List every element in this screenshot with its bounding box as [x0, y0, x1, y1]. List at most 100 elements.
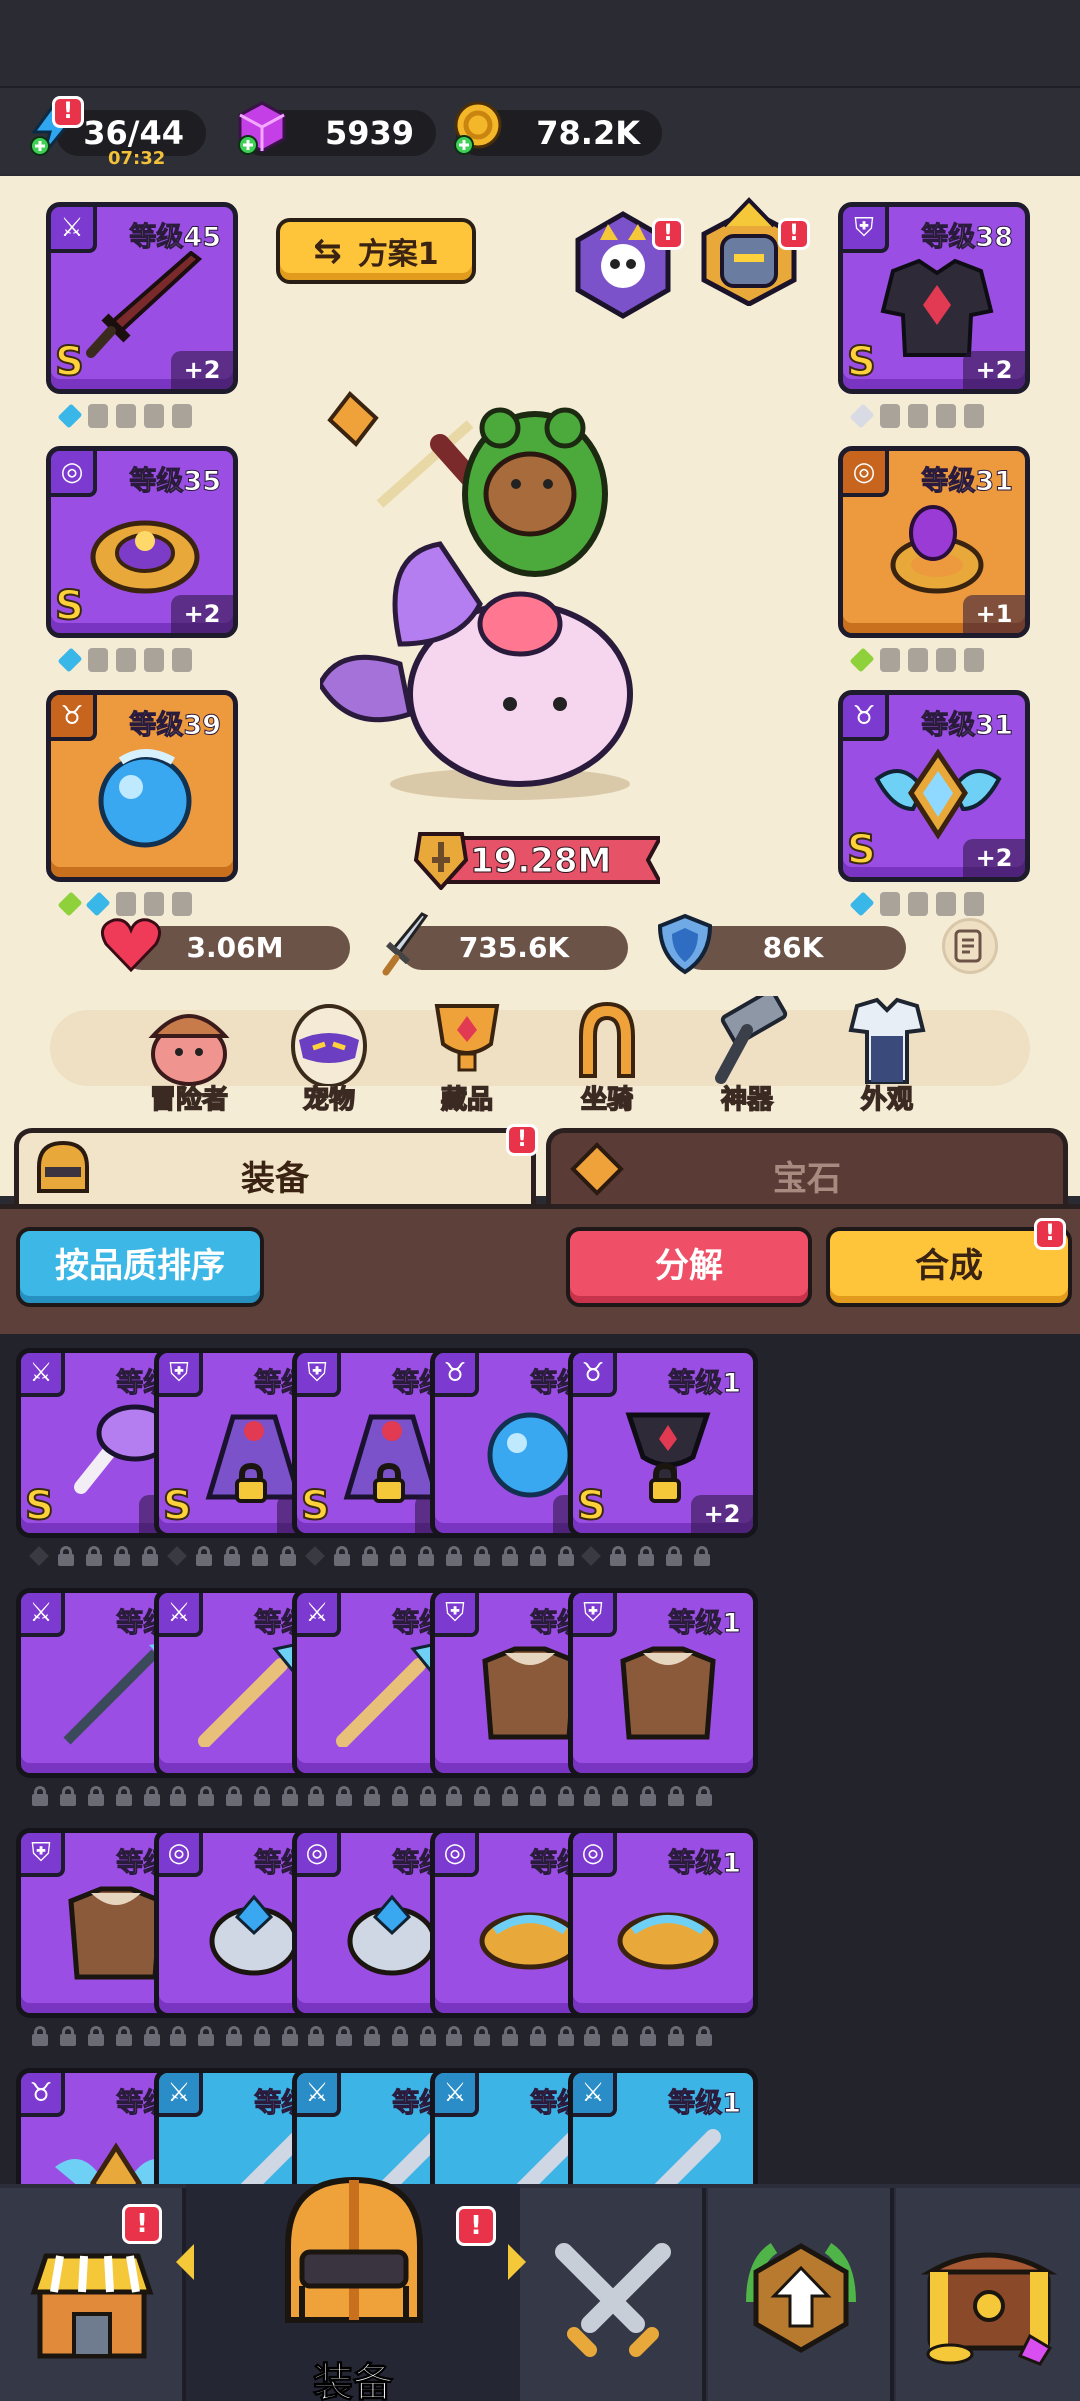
ring-icon: ◎	[435, 1833, 479, 1877]
item-sockets	[170, 2026, 298, 2046]
overalls-icon	[848, 997, 926, 1084]
lock-icon	[649, 1463, 681, 1503]
sort-by-quality-button[interactable]: 按品质排序	[16, 1227, 264, 1307]
winged-amulet-icon	[874, 748, 1002, 840]
sort-label: 按品质排序	[55, 1246, 225, 1286]
golem-pet-icon[interactable]	[694, 196, 804, 306]
dark-armor-icon	[880, 258, 994, 357]
nav-label: 藏品	[440, 1084, 494, 1116]
necklace-icon: ♉	[573, 1353, 617, 1397]
sword-icon: ⚔	[51, 207, 97, 253]
nav-artifact[interactable]: 神器	[692, 988, 802, 1116]
nav-appearance[interactable]: 外观	[832, 996, 942, 1116]
inventory-item[interactable]: ◎ 等级1	[568, 1828, 758, 2018]
blue-orb-icon	[98, 749, 192, 848]
item-sockets	[446, 2026, 574, 2046]
equip-slot-ring-2[interactable]: ◎ 等级31 +1	[838, 446, 1030, 638]
decompose-button[interactable]: 分解	[566, 1227, 812, 1307]
shield-icon	[657, 913, 713, 975]
tab-equipment[interactable]: 装备	[14, 1128, 536, 1208]
tab-gems[interactable]: 宝石	[546, 1128, 1068, 1208]
slot-level: 等级39	[129, 710, 222, 742]
item-sockets	[584, 2026, 712, 2046]
combat-power-value: 19.28M	[469, 841, 612, 882]
equip-slot-ring[interactable]: ◎ 等级35 S +2	[46, 446, 238, 638]
inventory-item[interactable]: ⚔ 等级1	[568, 2068, 758, 2184]
nav-adventurer[interactable]: 冒险者	[134, 996, 244, 1116]
bottom-tab-battle[interactable]	[520, 2188, 706, 2401]
defense-value: 86K	[762, 931, 824, 964]
pet-alert-badge: !	[778, 218, 810, 250]
chevron-left-icon	[176, 2244, 194, 2280]
stats-detail-button[interactable]	[942, 918, 998, 974]
item-level: 等级1	[668, 1848, 742, 1880]
item-sockets	[308, 2026, 436, 2046]
item-sockets	[305, 1546, 434, 1566]
grade-label: S	[846, 826, 877, 874]
chevron-right-icon	[508, 2244, 526, 2280]
gem-value: 5939	[324, 114, 414, 152]
equip-slot-weapon[interactable]: ⚔ 等级45 S +2	[46, 202, 238, 394]
slot-level: 等级35	[129, 466, 222, 498]
inventory-item[interactable]: ♉ 等级1 S +2	[568, 1348, 758, 1538]
item-level: 等级1	[668, 1608, 742, 1640]
armor-icon: ⛨	[21, 1833, 65, 1877]
item-sockets	[581, 1546, 710, 1566]
armor-icon: ⛨	[297, 1353, 341, 1397]
inventory-item[interactable]: ⛨ 等级1	[568, 1588, 758, 1778]
item-level: 等级1	[668, 1368, 742, 1400]
bottom-tab-upgrade[interactable]	[708, 2188, 894, 2401]
list-icon	[954, 929, 982, 963]
sword-icon: ⚔	[159, 2073, 203, 2117]
tab-equipment-label: 装备	[241, 1159, 309, 1199]
energy-value: 36/44	[83, 114, 184, 152]
nav-label: 神器	[720, 1084, 774, 1116]
item-sockets	[29, 1546, 158, 1566]
swap-arrows-icon: ⇆	[313, 231, 342, 271]
gold-coin-icon	[448, 98, 508, 158]
equip-slot-necklace[interactable]: ♉ 等级39	[46, 690, 238, 882]
necklace-icon: ♉	[435, 1353, 479, 1397]
sword-icon: ⚔	[573, 2073, 617, 2117]
equipment-nav-alert-badge: !	[456, 2206, 496, 2246]
egg-pet-icon	[291, 1004, 367, 1088]
equip-slot-amulet[interactable]: ♉ 等级31 S +2	[838, 690, 1030, 882]
equip-slot-armor[interactable]: ⛨ 等级38 S +2	[838, 202, 1030, 394]
bottom-tab-treasure[interactable]	[896, 2188, 1080, 2401]
energy-timer: 07:32	[108, 148, 166, 169]
horseshoe-icon	[579, 1001, 635, 1078]
nav-mount[interactable]: 坐骑	[552, 996, 662, 1116]
helmet-nav-icon	[285, 2176, 423, 2323]
nav-collection[interactable]: 藏品	[412, 996, 522, 1116]
nav-pet[interactable]: 宠物	[274, 996, 384, 1116]
sword-icon: ⚔	[21, 1353, 65, 1397]
lock-icon	[235, 1463, 267, 1503]
enhance-level: +2	[963, 839, 1025, 877]
inventory-toolbar: 按品质排序 分解 合成	[0, 1204, 1080, 1334]
armor-icon: ⛨	[159, 1353, 203, 1397]
gem-sockets	[57, 403, 192, 430]
ring-icon: ◎	[51, 451, 97, 497]
gem-sockets	[849, 647, 984, 674]
enhance-level: +2	[963, 351, 1025, 389]
equipment-alert-badge: !	[506, 1124, 538, 1156]
hp-value: 3.06M	[186, 931, 284, 964]
attack-value: 735.6K	[458, 931, 570, 964]
bottom-navigation	[0, 2184, 1080, 2401]
upgrade-arrow-icon	[746, 2242, 856, 2353]
enhance-level: +2	[171, 351, 233, 389]
item-sockets	[584, 1786, 712, 1806]
crossed-swords-icon	[555, 2243, 671, 2357]
grade-label: S	[300, 1482, 331, 1530]
enhance-level: +2	[691, 1495, 753, 1533]
loadout-plan-button[interactable]: ⇆ 方案1	[276, 218, 476, 284]
grade-label: S	[24, 1482, 55, 1530]
item-sockets	[170, 1786, 298, 1806]
ring-icon: ◎	[297, 1833, 341, 1877]
merge-label: 合成	[915, 1246, 983, 1286]
slot-level: 等级31	[921, 466, 1014, 498]
grade-label: S	[576, 1482, 607, 1530]
grade-label: S	[162, 1482, 193, 1530]
lock-icon	[373, 1463, 405, 1503]
shop-icon	[30, 2253, 154, 2359]
